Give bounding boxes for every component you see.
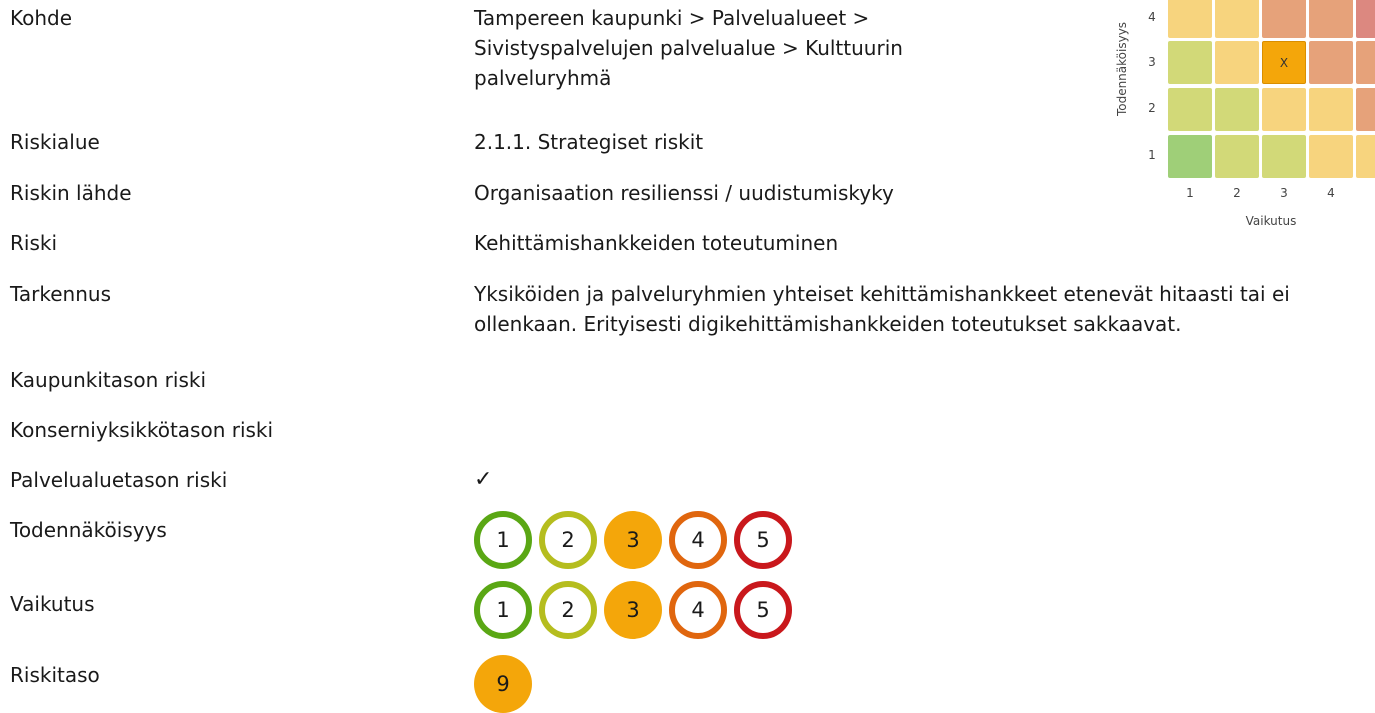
matrix-cell-4-3 — [1262, 0, 1306, 38]
matrix-y-tick-4: 4 — [1148, 10, 1156, 24]
impact-scale: 1 2 3 4 5 — [474, 581, 792, 639]
field-label-vaikutus: Vaikutus — [10, 592, 95, 616]
field-label-riski: Riski — [10, 231, 58, 255]
probability-option-5: 5 — [734, 511, 792, 569]
matrix-y-tick-1: 1 — [1148, 148, 1156, 162]
risk-detail-page: Kohde Tampereen kaupunki > Palvelualueet… — [0, 0, 1375, 713]
impact-option-4: 4 — [669, 581, 727, 639]
impact-option-5: 5 — [734, 581, 792, 639]
matrix-cell-selected: X — [1262, 41, 1306, 84]
matrix-cell-1-2 — [1215, 135, 1259, 178]
risk-level-badge: 9 — [474, 655, 532, 713]
probability-option-3: 3 — [604, 511, 662, 569]
matrix-cell-2-1 — [1168, 88, 1212, 131]
matrix-cell-3-5 — [1356, 41, 1375, 84]
probability-option-4: 4 — [669, 511, 727, 569]
field-label-kohde: Kohde — [10, 6, 73, 30]
matrix-cell-4-4 — [1309, 0, 1353, 38]
matrix-cell-4-2 — [1215, 0, 1259, 38]
matrix-cell-1-5 — [1356, 135, 1375, 178]
field-label-kaupunki: Kaupunkitason riski — [10, 368, 207, 392]
matrix-cell-3-2 — [1215, 41, 1259, 84]
impact-option-2: 2 — [539, 581, 597, 639]
matrix-y-tick-3: 3 — [1148, 55, 1156, 69]
field-value-kohde: Tampereen kaupunki > Palvelualueet > Siv… — [474, 6, 903, 90]
matrix-cell-1-4 — [1309, 135, 1353, 178]
matrix-x-axis-label: Vaikutus — [1245, 214, 1297, 228]
matrix-cell-4-1 — [1168, 0, 1212, 38]
impact-option-3: 3 — [604, 581, 662, 639]
probability-option-2: 2 — [539, 511, 597, 569]
impact-option-1: 1 — [474, 581, 532, 639]
probability-scale: 1 2 3 4 5 — [474, 511, 792, 569]
matrix-x-tick-4: 4 — [1327, 186, 1335, 200]
matrix-y-axis-label: Todennäköisyys — [1115, 21, 1129, 117]
field-label-tarkennus: Tarkennus — [10, 282, 112, 306]
field-label-lahde: Riskin lähde — [10, 181, 132, 205]
field-label-todennakoisyys: Todennäköisyys — [10, 518, 167, 542]
field-value-lahde: Organisaation resilienssi / uudistumisky… — [474, 181, 894, 205]
matrix-cell-2-2 — [1215, 88, 1259, 131]
matrix-cell-4-5 — [1356, 0, 1375, 38]
probability-option-1: 1 — [474, 511, 532, 569]
matrix-cell-1-1 — [1168, 135, 1212, 178]
matrix-cell-2-3 — [1262, 88, 1306, 131]
field-value-tarkennus: Yksiköiden ja palveluryhmien yhteiset ke… — [474, 282, 1290, 336]
matrix-cell-3-1 — [1168, 41, 1212, 84]
field-label-riskialue: Riskialue — [10, 130, 100, 154]
field-label-riskitaso: Riskitaso — [10, 663, 100, 687]
matrix-y-tick-2: 2 — [1148, 101, 1156, 115]
matrix-cell-2-4 — [1309, 88, 1353, 131]
matrix-x-tick-1: 1 — [1186, 186, 1194, 200]
field-label-konserni: Konserniyksikkötason riski — [10, 418, 274, 442]
checkmark-icon: ✓ — [474, 467, 493, 492]
matrix-x-tick-2: 2 — [1233, 186, 1241, 200]
matrix-x-tick-3: 3 — [1280, 186, 1288, 200]
field-value-riski: Kehittämishankkeiden toteutuminen — [474, 231, 839, 255]
field-value-riskialue: 2.1.1. Strategiset riskit — [474, 130, 704, 154]
matrix-cell-3-4 — [1309, 41, 1353, 84]
matrix-cell-1-3 — [1262, 135, 1306, 178]
matrix-cell-2-5 — [1356, 88, 1375, 131]
field-label-palvelualue: Palvelualuetason riski — [10, 468, 228, 492]
